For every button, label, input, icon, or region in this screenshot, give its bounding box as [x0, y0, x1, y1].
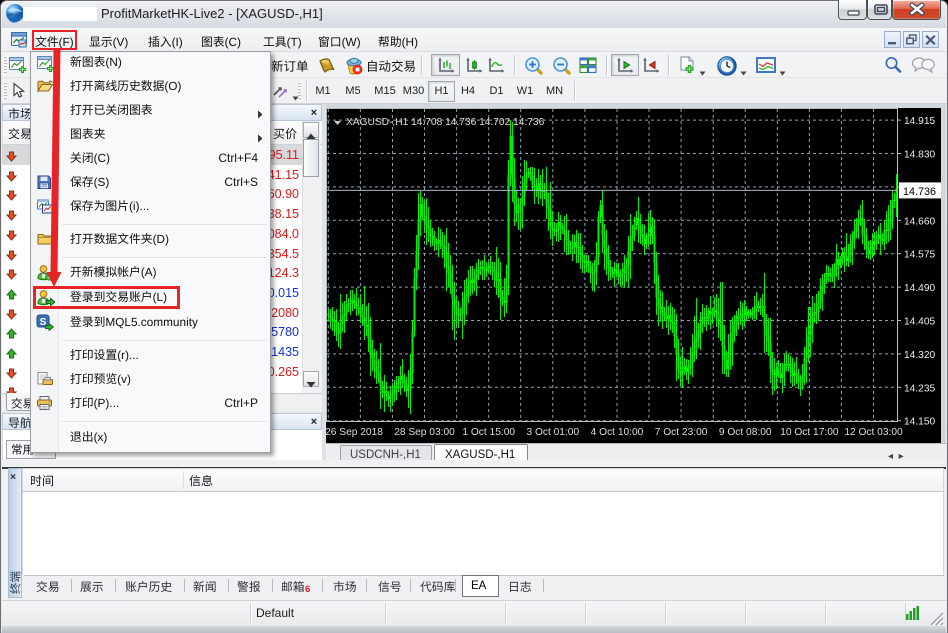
svg-text:28 Sep 03:00: 28 Sep 03:00 — [394, 427, 455, 438]
svg-text:1 Oct 15:00: 1 Oct 15:00 — [462, 427, 515, 438]
svg-text:14.405: 14.405 — [904, 317, 935, 328]
svg-text:XAGUSD-,H1 14.708 14.736 14.70: XAGUSD-,H1 14.708 14.736 14.702 14.736 — [346, 117, 545, 128]
svg-text:26 Sep 2018: 26 Sep 2018 — [326, 427, 383, 438]
svg-text:14.235: 14.235 — [904, 383, 935, 394]
svg-text:4 Oct 10:00: 4 Oct 10:00 — [591, 427, 644, 438]
svg-text:PROFIT: PROFIT — [7, 13, 23, 18]
svg-text:12 Oct 03:00: 12 Oct 03:00 — [844, 427, 903, 438]
svg-text:7 Oct 23:00: 7 Oct 23:00 — [655, 427, 708, 438]
svg-text:14.660: 14.660 — [904, 216, 935, 227]
svg-text:14.575: 14.575 — [904, 250, 935, 261]
svg-text:9 Oct 08:00: 9 Oct 08:00 — [719, 427, 772, 438]
svg-text:14.150: 14.150 — [904, 417, 935, 428]
svg-text:14.736: 14.736 — [903, 186, 936, 198]
svg-text:14.830: 14.830 — [904, 150, 935, 161]
svg-text:14.320: 14.320 — [904, 350, 935, 361]
svg-text:14.490: 14.490 — [904, 283, 935, 294]
svg-text:3 Oct 01:00: 3 Oct 01:00 — [526, 427, 579, 438]
svg-text:10 Oct 17:00: 10 Oct 17:00 — [780, 427, 839, 438]
svg-text:14.915: 14.915 — [904, 116, 935, 127]
